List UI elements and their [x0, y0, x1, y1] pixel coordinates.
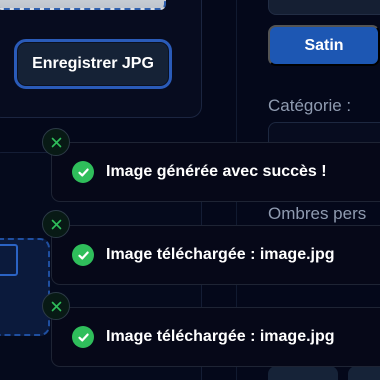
toast-notification: Image téléchargée : image.jpg	[51, 307, 380, 367]
image-icon	[0, 244, 18, 276]
check-circle-icon	[72, 244, 94, 266]
custom-shadows-label: Ombres pers	[268, 204, 367, 223]
bottom-action-button-secondary[interactable]	[348, 366, 380, 380]
toast-notification: Image générée avec succès !	[51, 142, 380, 202]
toast-message: Image téléchargée : image.jpg	[106, 328, 335, 345]
style-option-button[interactable]	[268, 0, 380, 15]
close-icon	[51, 137, 61, 147]
category-label: Catégorie :	[268, 96, 352, 115]
save-jpg-button[interactable]: Enregistrer JPG	[14, 39, 172, 89]
toast-notification: Image téléchargée : image.jpg	[51, 225, 380, 285]
check-circle-icon	[72, 326, 94, 348]
satin-button[interactable]: Satin	[268, 25, 380, 66]
close-toast-button[interactable]	[42, 210, 70, 238]
bottom-action-button[interactable]	[268, 366, 338, 380]
image-preview	[0, 0, 166, 10]
close-toast-button[interactable]	[42, 292, 70, 320]
check-circle-icon	[72, 161, 94, 183]
close-icon	[51, 219, 61, 229]
close-icon	[51, 301, 61, 311]
close-toast-button[interactable]	[42, 128, 70, 156]
toast-message: Image générée avec succès !	[106, 163, 327, 180]
toast-message: Image téléchargée : image.jpg	[106, 246, 335, 263]
